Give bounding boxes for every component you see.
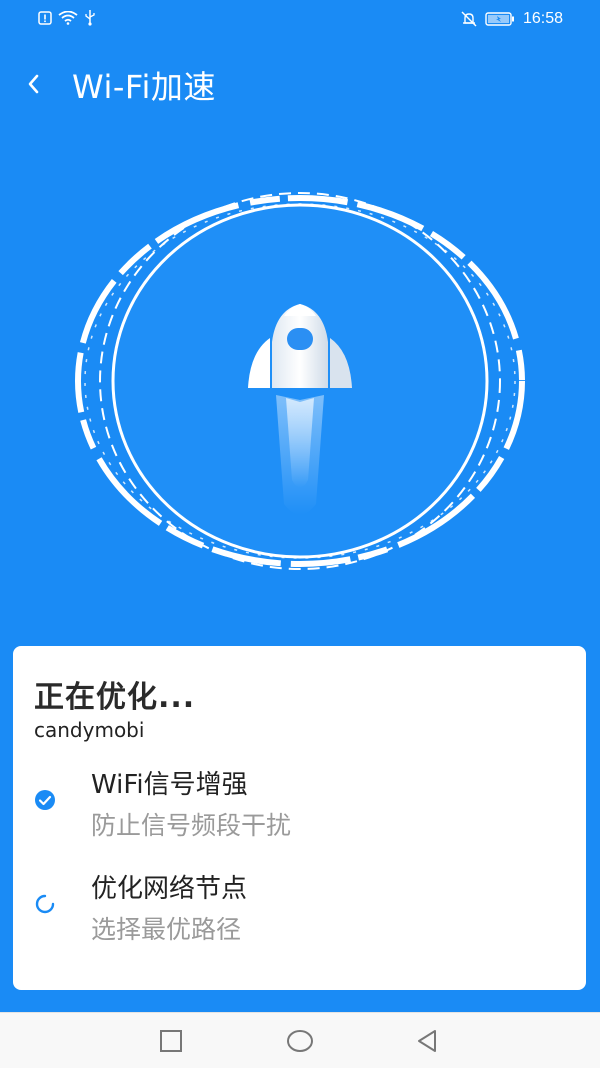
app-bar: Wi-Fi加速 (0, 52, 600, 116)
step-title: WiFi信号增强 (91, 770, 248, 800)
back-arrow-icon (28, 74, 39, 94)
system-nav-bar (0, 1012, 600, 1068)
step-item: WiFi信号增强 防止信号频段干扰 (13, 750, 586, 840)
status-right-icons: 16:58 (461, 10, 563, 28)
alert-icon (38, 11, 52, 25)
network-name: candymobi (34, 718, 145, 742)
radar-rings (75, 192, 525, 570)
step-description: 选择最优路径 (91, 915, 242, 944)
recent-apps-button[interactable] (155, 1025, 187, 1057)
page-title: Wi-Fi加速 (72, 68, 216, 106)
hero-graphic (0, 180, 600, 580)
status-left-icons (38, 10, 96, 26)
card-title: 正在优化... (34, 680, 196, 715)
battery-icon (485, 12, 514, 26)
home-icon (287, 1030, 313, 1052)
back-triangle-icon (418, 1030, 436, 1052)
step-title: 优化网络节点 (91, 874, 248, 904)
recent-apps-icon (160, 1030, 182, 1052)
home-button[interactable] (284, 1025, 316, 1057)
nav-back-button[interactable] (411, 1025, 443, 1057)
status-time: 16:58 (522, 10, 563, 27)
progress-card: 正在优化... candymobi WiFi信号增强 防止信号频段干扰 优化网络… (13, 646, 586, 990)
check-circle-icon (35, 790, 55, 810)
back-button[interactable] (16, 66, 52, 102)
status-bar: 16:58 (0, 0, 600, 40)
spinner-icon (35, 894, 55, 914)
step-description: 防止信号频段干扰 (91, 811, 292, 840)
wifi-icon (58, 11, 78, 25)
mute-icon (461, 11, 477, 27)
usb-icon (85, 10, 95, 26)
step-item: 优化网络节点 选择最优路径 (13, 854, 586, 944)
